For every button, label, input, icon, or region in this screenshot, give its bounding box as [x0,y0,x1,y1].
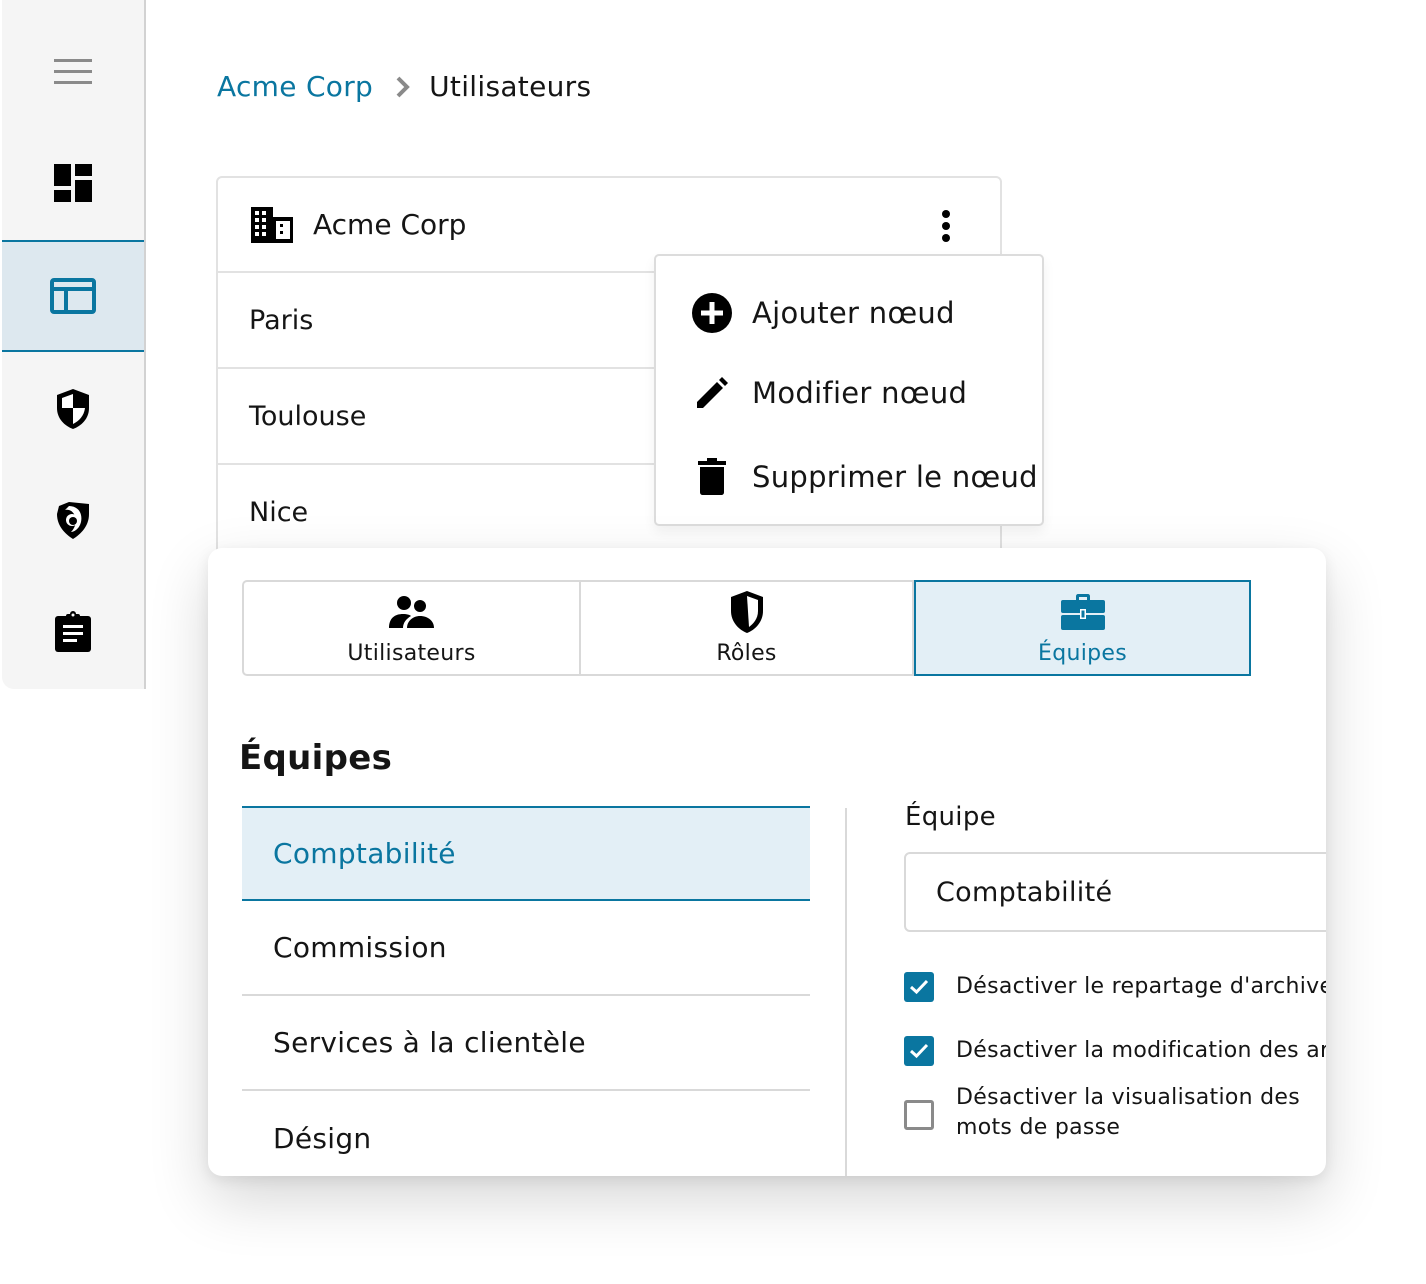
sidebar-item-dashboard[interactable] [2,128,144,238]
checkbox-label: Désactiver la modification des archives [956,1038,1326,1063]
kebab-dot [942,222,950,230]
sidebar-item-reports[interactable] [2,577,144,687]
dashboard-icon [54,164,92,202]
trash-icon [690,455,734,499]
checkbox-checked[interactable] [904,1036,934,1066]
building-icon [251,206,293,243]
node-context-menu: Ajouter nœud Modifier nœud Supprimer le … [654,254,1044,526]
chevron-right-icon [395,75,411,99]
menu-item-label: Modifier nœud [752,376,968,410]
menu-item-label: Ajouter nœud [752,296,955,330]
checkbox-disable-archive-resharing[interactable]: Désactiver le repartage d'archives [904,972,1326,1002]
tab-roles[interactable]: Rôles [581,580,914,676]
section-title: Équipes [239,738,393,778]
menu-item-add-node[interactable]: Ajouter nœud [656,278,1042,348]
pencil-icon [690,371,734,415]
checkbox-disable-password-viewing[interactable]: Désactiver la visualisation des mots de … [904,1083,1326,1143]
breadcrumb-link-org[interactable]: Acme Corp [217,70,373,103]
kebab-dot [942,210,950,218]
tab-label: Rôles [716,641,777,666]
checkmark-icon [909,979,929,995]
menu-item-label: Supprimer le nœud [752,460,1038,494]
kebab-menu-button[interactable] [936,208,956,244]
breadcrumb: Acme Corp Utilisateurs [217,70,591,103]
team-list-item[interactable]: Services à la clientèle [242,996,810,1091]
tab-users[interactable]: Utilisateurs [242,580,581,676]
checkbox-unchecked[interactable] [904,1100,934,1130]
checkmark-icon [909,1043,929,1059]
users-icon [388,589,435,635]
toolbox-icon [1060,589,1105,635]
breadcrumb-current: Utilisateurs [429,70,592,103]
tab-teams[interactable]: Équipes [914,580,1251,676]
checkbox-disable-archive-editing[interactable]: Désactiver la modification des archives [904,1036,1326,1066]
shield-icon [57,389,89,429]
menu-item-delete-node[interactable]: Supprimer le nœud [656,442,1042,512]
add-circle-icon [690,291,734,335]
layout-icon [50,278,96,314]
vertical-divider [845,808,847,1176]
menu-item-edit-node[interactable]: Modifier nœud [656,358,1042,428]
team-list-item[interactable]: Comptabilité [242,806,810,901]
eye-shield-icon [57,502,89,539]
tab-label: Équipes [1038,641,1127,666]
shield-half-icon [729,589,765,635]
team-name-input[interactable] [904,852,1326,932]
team-list-item[interactable]: Désign [242,1091,810,1176]
sidebar [2,0,146,689]
tab-bar: Utilisateurs Rôles Équipes [242,580,1251,676]
sidebar-item-layout[interactable] [2,240,144,352]
team-list-item[interactable]: Commission [242,901,810,996]
checkbox-label: Désactiver le repartage d'archives [956,974,1326,999]
kebab-dot [942,234,950,242]
clipboard-icon [55,611,91,652]
teams-panel: Utilisateurs Rôles Équipes Équipes Compt… [208,548,1326,1176]
sidebar-item-monitoring[interactable] [2,465,144,575]
tree-root-label: Acme Corp [313,208,467,241]
team-name-label: Équipe [905,802,996,832]
team-list: Comptabilité Commission Services à la cl… [242,806,810,1176]
hamburger-icon [54,59,92,84]
tab-label: Utilisateurs [347,641,476,666]
sidebar-item-security[interactable] [2,354,144,464]
checkbox-checked[interactable] [904,972,934,1002]
checkbox-label: Désactiver la visualisation des mots de … [956,1085,1301,1140]
sidebar-menu-toggle[interactable] [2,17,144,127]
